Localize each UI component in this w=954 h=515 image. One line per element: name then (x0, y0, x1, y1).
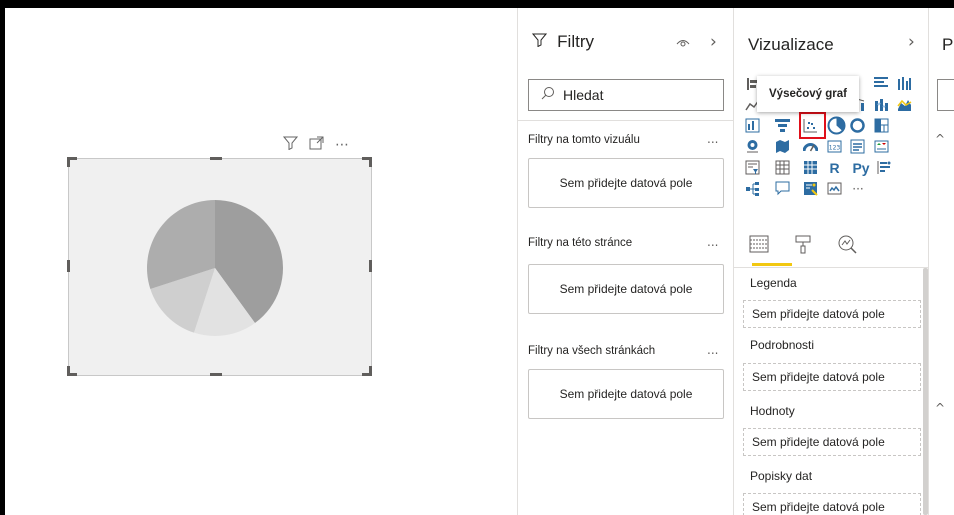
visualizations-pane: Vizualizace › 123 R Py ··· Výsečový graf… (733, 8, 929, 515)
r-visual-label: R (829, 159, 840, 176)
pie-chart[interactable] (145, 198, 285, 338)
more-visuals-icon[interactable]: ··· (847, 180, 869, 197)
well-data-labels-label: Popisky dat (750, 469, 813, 483)
expand-section-caret-icon-2[interactable]: ^ (935, 401, 945, 415)
more-visuals-label: ··· (852, 181, 864, 196)
matrix-icon[interactable] (802, 159, 819, 176)
format-pane-title: Po (942, 35, 954, 54)
format-pane: Po ^ ^ (928, 8, 954, 515)
ribbon-chart-icon[interactable] (873, 96, 890, 113)
treemap-icon[interactable] (873, 117, 890, 134)
app-frame: ⋯ Filtry › Hledat Filtry na tomto vizuál… (5, 8, 954, 515)
collapse-filters-chevron-icon[interactable]: › (710, 32, 717, 52)
svg-text:123: 123 (829, 145, 841, 152)
filled-map-icon[interactable] (774, 138, 791, 155)
filter-icon[interactable] (282, 136, 299, 153)
filters-all-pages-more-icon[interactable]: ... (707, 343, 718, 357)
donut-chart-icon[interactable] (849, 117, 866, 134)
filters-page-more-icon[interactable]: ... (707, 235, 718, 249)
filters-visual-dropzone[interactable]: Sem přidejte datová pole (528, 158, 724, 208)
well-data-labels-dropzone[interactable]: Sem přidejte datová pole (743, 493, 921, 515)
resize-handle-left[interactable] (67, 260, 70, 272)
visual-header: ⋯ (282, 136, 349, 153)
format-tab-icon[interactable] (792, 233, 814, 259)
well-values-label: Hodnoty (750, 404, 795, 418)
filters-pane: Filtry › Filtry na tomto vizuálu ... Sem… (517, 8, 734, 515)
analytics-tab-icon[interactable] (836, 233, 858, 259)
card-icon[interactable]: 123 (826, 138, 843, 155)
visualizations-title: Vizualizace (748, 35, 834, 54)
filters-visual-label: Filtry na tomto vizuálu (528, 134, 640, 146)
filters-page-label: Filtry na této stránce (528, 237, 633, 249)
kpi-icon[interactable] (873, 138, 890, 155)
resize-handle-bl-v[interactable] (67, 366, 70, 376)
clustered-bar-icon[interactable] (873, 75, 890, 92)
filters-search-box[interactable] (528, 79, 724, 111)
map-icon[interactable] (744, 138, 761, 155)
python-visual-label: Py (852, 159, 870, 176)
qna-icon[interactable] (774, 180, 791, 197)
funnel-bar-icon[interactable] (744, 117, 761, 134)
visual-tooltip: Výsečový graf (757, 76, 859, 112)
r-visual-icon[interactable]: R (826, 159, 843, 176)
resize-handle-top[interactable] (210, 157, 222, 160)
key-influencers-icon[interactable] (876, 159, 893, 176)
well-details-dropzone[interactable]: Sem přidejte datová pole (743, 363, 921, 391)
slicer-icon[interactable] (744, 159, 761, 176)
pie-chart-icon[interactable] (826, 115, 847, 136)
well-legend-dropzone[interactable]: Sem přidejte datová pole (743, 300, 921, 328)
well-details-label: Podrobnosti (750, 338, 815, 352)
expand-section-caret-icon[interactable]: ^ (935, 132, 945, 146)
filters-page-dropzone[interactable]: Sem přidejte datová pole (528, 264, 724, 314)
smart-narrative-icon[interactable] (802, 180, 819, 197)
funnel-icon[interactable] (774, 117, 791, 134)
resize-handle-br-v[interactable] (369, 366, 372, 376)
well-values-dropzone[interactable]: Sem přidejte datová pole (743, 428, 921, 456)
resize-handle-bottom[interactable] (210, 373, 222, 376)
resize-handle-tr-v[interactable] (369, 157, 372, 167)
filters-search-input[interactable] (563, 87, 703, 103)
multi-row-card-icon[interactable] (849, 138, 866, 155)
search-icon (541, 86, 555, 104)
report-canvas[interactable]: ⋯ (5, 8, 517, 515)
eye-icon[interactable] (676, 36, 690, 50)
filter-funnel-icon (531, 33, 551, 51)
python-visual-icon[interactable]: Py (851, 159, 871, 176)
gauge-icon[interactable] (802, 138, 819, 155)
filters-divider (518, 120, 734, 121)
format-search-box[interactable] (937, 79, 954, 111)
filters-title: Filtry (531, 32, 594, 52)
resize-handle-tl-v[interactable] (67, 157, 70, 167)
more-options-icon[interactable]: ⋯ (335, 138, 349, 152)
filters-all-pages-dropzone[interactable]: Sem přidejte datová pole (528, 369, 724, 419)
table-icon[interactable] (774, 159, 791, 176)
filters-visual-more-icon[interactable]: ... (707, 132, 718, 146)
visual-subtabs (748, 233, 858, 259)
active-subtab-indicator (752, 263, 792, 266)
filters-all-pages-label: Filtry na všech stránkách (528, 345, 656, 357)
decomposition-tree-icon[interactable] (744, 180, 761, 197)
focus-mode-icon[interactable] (309, 136, 324, 153)
well-legend-label: Legenda (750, 276, 797, 290)
filters-title-text: Filtry (557, 32, 594, 51)
visualizations-divider (734, 267, 929, 268)
collapse-visualizations-chevron-icon[interactable]: › (908, 32, 915, 52)
selected-visual-highlight (799, 112, 826, 139)
fields-tab-icon[interactable] (748, 233, 770, 259)
paginated-report-icon[interactable] (826, 180, 843, 197)
clustered-column-icon[interactable] (896, 75, 913, 92)
resize-handle-right[interactable] (369, 260, 372, 272)
waterfall-chart-icon[interactable] (896, 96, 913, 113)
